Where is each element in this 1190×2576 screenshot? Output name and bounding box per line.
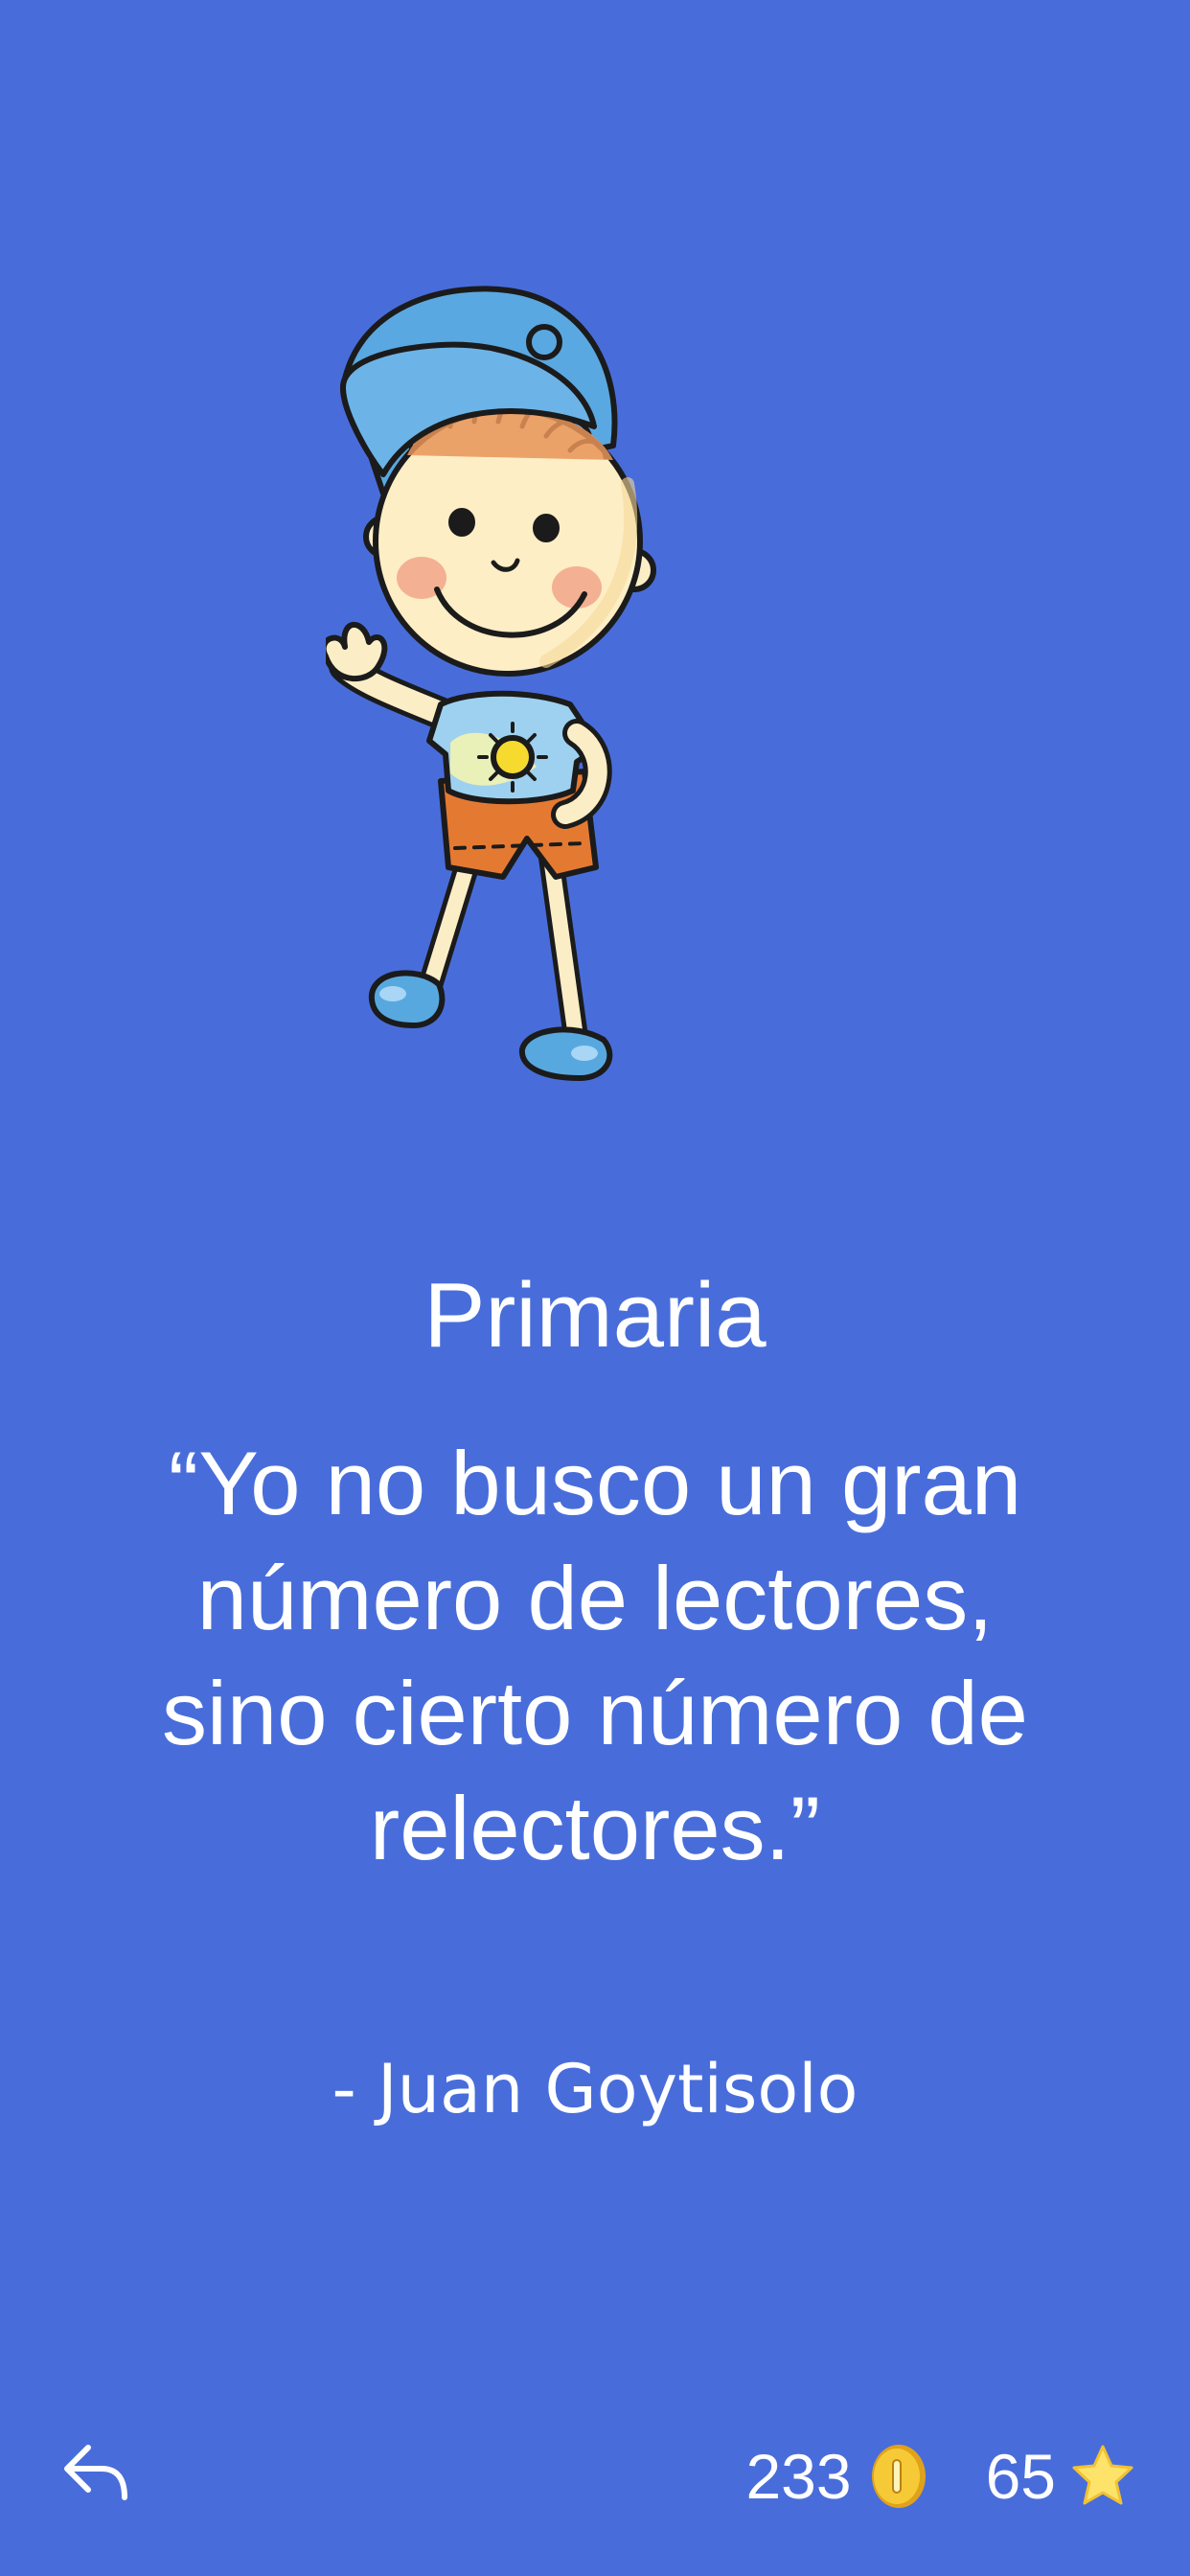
star-count: 65	[985, 2441, 1056, 2512]
star-counter: 65	[986, 2440, 1134, 2513]
level-title: Primaria	[423, 1264, 767, 1367]
back-button[interactable]	[59, 2434, 136, 2511]
star-icon	[1072, 2445, 1133, 2505]
gold-coin-icon	[871, 2445, 926, 2508]
reply-arrow-icon	[64, 2445, 127, 2500]
coin-counter: 233	[745, 2440, 929, 2513]
coin-count: 233	[745, 2441, 852, 2512]
quote-text: “Yo no busco un gran número de lectores,…	[162, 1433, 1028, 1878]
stats-bar: 233 65	[745, 2434, 1134, 2518]
boy-mascot-illustration	[326, 286, 656, 1081]
quote-author: - Juan Goytisolo	[332, 2050, 858, 2128]
